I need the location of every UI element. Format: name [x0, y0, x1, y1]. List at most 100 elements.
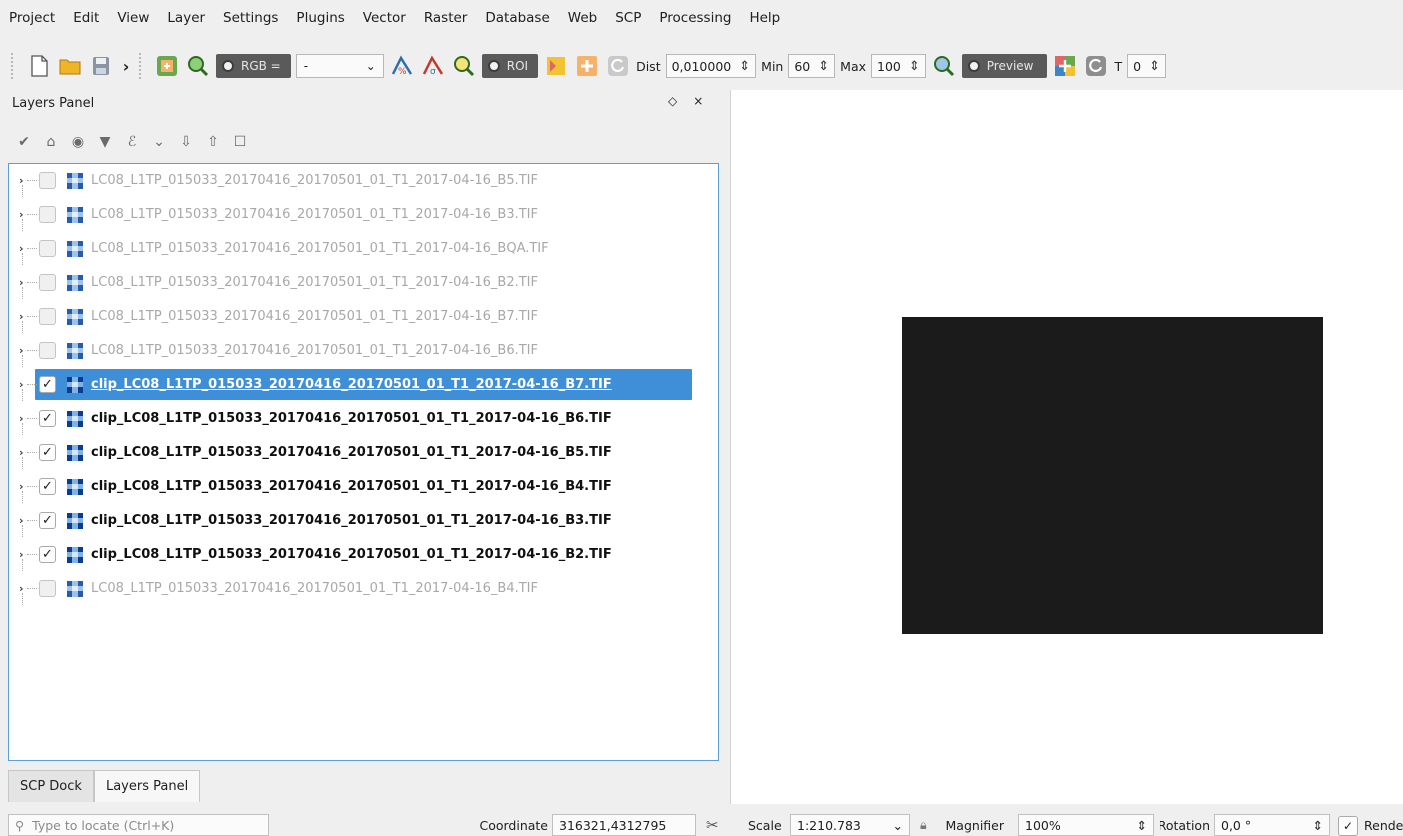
add-roi-icon[interactable] — [574, 53, 600, 79]
menu-vector[interactable]: Vector — [354, 10, 415, 26]
layer-row[interactable]: › ✓ clip_LC08_L1TP_015033_20170416_2017050… — [9, 402, 718, 435]
max-spinbox[interactable]: 100 ⇕ — [871, 54, 926, 78]
t-spinbox[interactable]: 0 ⇕ — [1127, 54, 1166, 78]
layer-visibility-checkbox[interactable]: ✓ — [39, 410, 56, 427]
layer-visibility-checkbox[interactable]: ✓ — [39, 444, 56, 461]
visibility-icon[interactable]: ◉ — [70, 134, 86, 150]
layer-visibility-checkbox[interactable] — [39, 308, 56, 325]
layer-row[interactable]: › ✓ clip_LC08_L1TP_015033_20170416_2017050… — [9, 368, 718, 401]
coordinate-field[interactable]: 316321,4312795 — [552, 814, 696, 836]
layer-row[interactable]: › LC08_L1TP_015033_20170416_20170501_01_T… — [9, 266, 718, 299]
zoom-roi-icon[interactable] — [451, 53, 477, 79]
preview-toggle-button[interactable]: Preview — [961, 54, 1048, 78]
menu-view[interactable]: View — [108, 10, 158, 26]
menu-settings[interactable]: Settings — [214, 10, 287, 26]
layer-row[interactable]: › ✓ clip_LC08_L1TP_015033_20170416_2017050… — [9, 470, 718, 503]
rgb-select[interactable]: - ⌄ — [295, 54, 384, 78]
layer-name: clip_LC08_L1TP_015033_20170416_20170501_… — [91, 479, 612, 494]
raster-layer-icon — [67, 580, 83, 597]
layer-visibility-checkbox[interactable]: ✓ — [39, 376, 56, 393]
layer-row[interactable]: › LC08_L1TP_015033_20170416_20170501_01_T… — [9, 232, 718, 265]
menu-layer[interactable]: Layer — [158, 10, 214, 26]
refresh-icon[interactable] — [605, 53, 631, 79]
layer-visibility-checkbox[interactable] — [39, 274, 56, 291]
min-spinbox[interactable]: 60 ⇕ — [788, 54, 836, 78]
collapse-all-icon[interactable]: ⇧ — [205, 134, 221, 150]
toolbar-grip[interactable] — [10, 52, 15, 80]
scp-input-icon[interactable] — [154, 53, 180, 79]
roi-polygon-icon[interactable]: σ — [420, 53, 446, 79]
roi-toggle-button[interactable]: ROI — [481, 54, 539, 78]
chevron-down-icon: ⌄ — [365, 59, 376, 73]
tree-connector — [22, 389, 23, 401]
classification-preview-icon[interactable] — [1052, 53, 1078, 79]
style-manager-icon[interactable]: ✔ — [16, 134, 32, 150]
raster-layer-icon — [67, 512, 83, 529]
layer-visibility-checkbox[interactable] — [39, 342, 56, 359]
toolbar-grip-2[interactable] — [138, 52, 143, 80]
close-panel-icon[interactable]: × — [693, 94, 703, 108]
layer-visibility-checkbox[interactable] — [39, 172, 56, 189]
lock-scale-icon[interactable]: 🔒︎ — [920, 814, 927, 836]
layer-name: clip_LC08_L1TP_015033_20170416_20170501_… — [91, 411, 612, 426]
layer-row[interactable]: › LC08_L1TP_015033_20170416_20170501_01_T… — [9, 300, 718, 333]
spin-arrows-icon[interactable]: ⇕ — [909, 59, 920, 74]
scale-combo[interactable]: 1:210.783 ⌄ — [790, 814, 910, 836]
magnifier-spinbox[interactable]: 100% ⇕ — [1018, 814, 1154, 836]
redo-preview-icon[interactable] — [1083, 53, 1109, 79]
layer-visibility-checkbox[interactable]: ✓ — [39, 512, 56, 529]
rotation-spinbox[interactable]: 0,0 ° ⇕ — [1214, 814, 1330, 836]
tab-scp-dock[interactable]: SCP Dock — [8, 770, 94, 802]
tab-layers-panel[interactable]: Layers Panel — [93, 770, 201, 802]
menu-edit[interactable]: Edit — [64, 10, 108, 26]
menu-web[interactable]: Web — [559, 10, 606, 26]
tree-connector — [27, 452, 37, 453]
toggle-extents-icon[interactable]: ✂ — [706, 814, 719, 836]
expand-all-icon[interactable]: ⇩ — [178, 134, 194, 150]
layer-visibility-checkbox[interactable] — [39, 240, 56, 257]
zoom-preview-icon[interactable] — [931, 53, 957, 79]
save-project-icon[interactable] — [88, 53, 114, 79]
float-panel-icon[interactable]: ◇ — [668, 94, 677, 108]
menu-scp[interactable]: SCP — [606, 10, 650, 26]
dist-spinbox[interactable]: 0,010000 ⇕ — [665, 54, 757, 78]
layer-tree[interactable]: › LC08_L1TP_015033_20170416_20170501_01_T… — [8, 163, 719, 761]
filter-expression-icon[interactable]: ℰ — [124, 134, 140, 150]
roi-tool-icon[interactable] — [543, 53, 569, 79]
layer-row[interactable]: › LC08_L1TP_015033_20170416_20170501_01_T… — [9, 198, 718, 231]
spin-arrows-icon[interactable]: ⇕ — [818, 59, 829, 74]
filter-legend-icon[interactable]: ▼ — [97, 134, 113, 150]
layer-row[interactable]: › LC08_L1TP_015033_20170416_20170501_01_T… — [9, 572, 718, 605]
menu-processing[interactable]: Processing — [650, 10, 740, 26]
menu-database[interactable]: Database — [476, 10, 558, 26]
layer-visibility-checkbox[interactable] — [39, 206, 56, 223]
spin-arrows-icon[interactable]: ⇕ — [1149, 59, 1160, 74]
tree-connector — [22, 321, 23, 333]
zoom-input-icon[interactable] — [185, 53, 211, 79]
roi-vertex-icon[interactable]: % — [389, 53, 415, 79]
layer-row[interactable]: › LC08_L1TP_015033_20170416_20170501_01_T… — [9, 334, 718, 367]
raster-layer-icon — [67, 546, 83, 563]
menu-raster[interactable]: Raster — [415, 10, 477, 26]
layer-visibility-checkbox[interactable]: ✓ — [39, 478, 56, 495]
new-project-icon[interactable] — [26, 53, 52, 79]
menu-help[interactable]: Help — [740, 10, 789, 26]
toolbar-more-chevron-icon[interactable]: › — [119, 57, 133, 76]
add-group-icon[interactable]: ⌂ — [43, 134, 59, 150]
tree-connector — [27, 248, 37, 249]
layer-row[interactable]: › LC08_L1TP_015033_20170416_20170501_01_T… — [9, 164, 718, 197]
layer-visibility-checkbox[interactable]: ✓ — [39, 546, 56, 563]
remove-layer-icon[interactable]: ☐ — [232, 134, 248, 150]
render-checkbox[interactable]: ✓ — [1338, 816, 1358, 836]
locator-input[interactable]: ⚲ Type to locate (Ctrl+K) — [8, 814, 269, 836]
layer-visibility-checkbox[interactable] — [39, 580, 56, 597]
layer-row[interactable]: › ✓ clip_LC08_L1TP_015033_20170416_2017050… — [9, 504, 718, 537]
chevron-down-icon[interactable]: ⌄ — [151, 134, 167, 150]
rgb-toggle-button[interactable]: RGB = — [216, 54, 291, 78]
layer-row[interactable]: › ✓ clip_LC08_L1TP_015033_20170416_2017050… — [9, 436, 718, 469]
menu-project[interactable]: Project — [0, 10, 64, 26]
spin-arrows-icon[interactable]: ⇕ — [739, 59, 750, 74]
open-project-icon[interactable] — [57, 53, 83, 79]
layer-row[interactable]: › ✓ clip_LC08_L1TP_015033_20170416_2017050… — [9, 538, 718, 571]
menu-plugins[interactable]: Plugins — [287, 10, 353, 26]
